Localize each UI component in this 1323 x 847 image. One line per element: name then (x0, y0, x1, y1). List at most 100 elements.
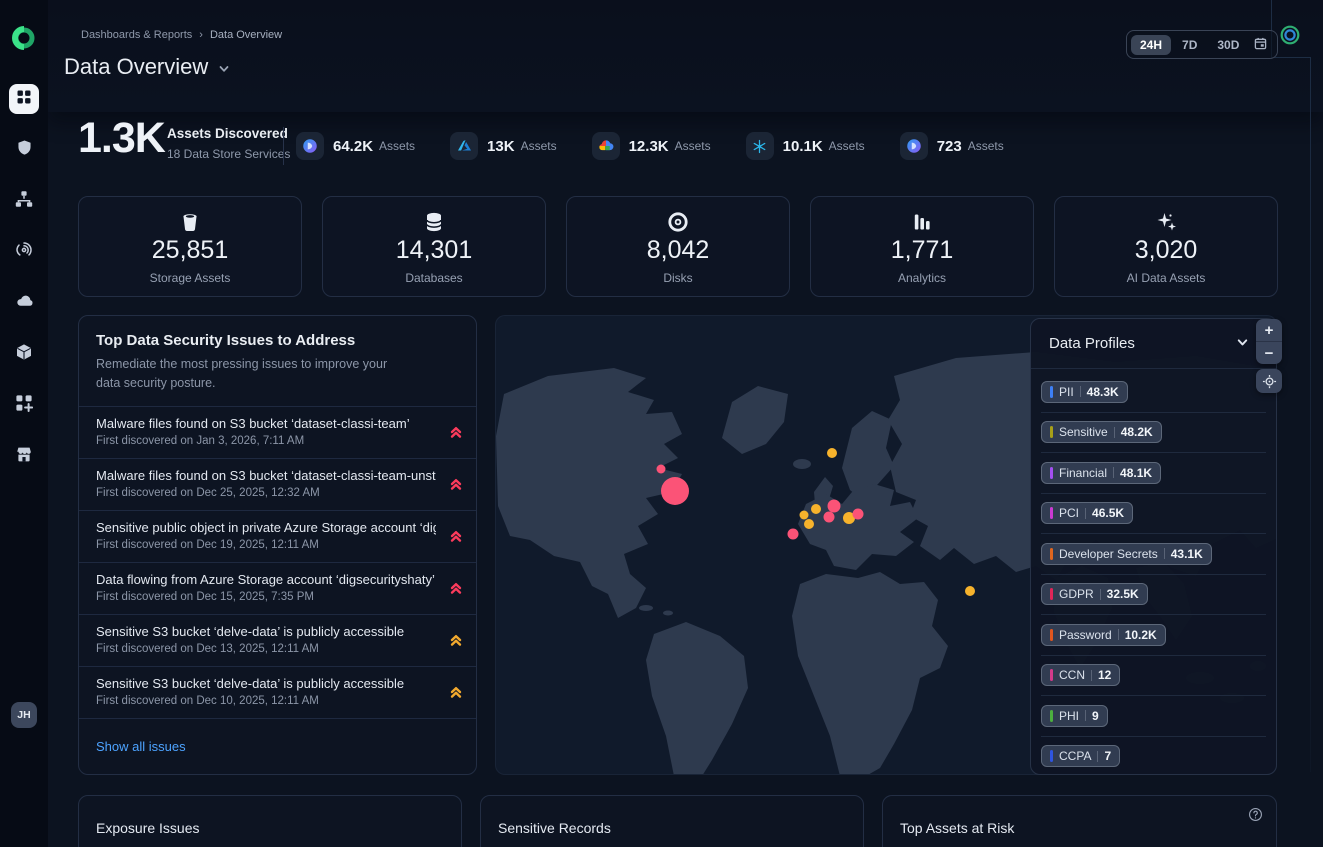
provider-asset-count: 13KAssets (450, 132, 557, 160)
stat-card-analytics[interactable]: 1,771Analytics (810, 196, 1034, 297)
map-data-dot-amber[interactable] (965, 586, 975, 596)
tag-color-bar (1050, 548, 1053, 560)
azure-icon (450, 132, 478, 160)
provider-unit: Assets (968, 139, 1004, 153)
user-avatar[interactable]: JH (11, 702, 37, 728)
data-profile-tag-ccn[interactable]: CCN12 (1041, 664, 1120, 686)
exposure-issues-panel: Exposure Issues (78, 795, 462, 847)
severity-high-icon (449, 633, 463, 652)
divider (1100, 589, 1101, 600)
stat-card-disks[interactable]: 8,042Disks (566, 196, 790, 297)
tag-label: CCN (1059, 668, 1085, 682)
issue-title: Sensitive S3 bucket ‘delve-data’ is publ… (96, 624, 436, 639)
sidebar-item-sitemap[interactable] (9, 186, 39, 216)
issue-row[interactable]: Sensitive S3 bucket ‘delve-data’ is publ… (79, 615, 476, 667)
data-profile-tag-financial[interactable]: Financial48.1K (1041, 462, 1161, 484)
brand-logo-icon[interactable] (12, 26, 36, 50)
issue-row[interactable]: Sensitive public object in private Azure… (79, 511, 476, 563)
top-assets-at-risk-panel: Top Assets at Risk (882, 795, 1277, 847)
map-zoom-out-button[interactable]: − (1256, 342, 1282, 364)
map-data-dot-amber[interactable] (827, 448, 837, 458)
data-profile-tag-developer-secrets[interactable]: Developer Secrets43.1K (1041, 543, 1212, 565)
map-locate-button[interactable] (1256, 369, 1282, 393)
data-profile-row: PII48.3K (1041, 372, 1266, 413)
data-profile-row: PCI46.5K (1041, 494, 1266, 535)
sidebar-item-storefront[interactable] (9, 441, 39, 471)
stat-value: 3,020 (1135, 236, 1198, 265)
show-all-issues-link[interactable]: Show all issues (79, 719, 203, 774)
stat-card-databases[interactable]: 14,301Databases (322, 196, 546, 297)
stat-label: Disks (663, 271, 692, 285)
cloud-icon (15, 291, 34, 315)
issue-row[interactable]: Sensitive S3 bucket ‘delve-data’ is publ… (79, 667, 476, 719)
breadcrumb: Dashboards & Reports › Data Overview (81, 29, 282, 41)
map-data-dot-pink[interactable] (853, 509, 864, 520)
tag-label: Developer Secrets (1059, 547, 1158, 561)
sidebar-item-apps-plus[interactable] (9, 390, 39, 420)
tag-count: 48.3K (1087, 385, 1119, 399)
sidebar-item-cube[interactable] (9, 339, 39, 369)
time-range-7d[interactable]: 7D (1173, 35, 1206, 55)
tag-count: 7 (1104, 749, 1111, 763)
issue-title: Sensitive public object in private Azure… (96, 520, 436, 535)
page-title-dropdown[interactable]: Data Overview (64, 52, 231, 82)
provider-unit: Assets (829, 139, 865, 153)
sidebar-item-fingerprint[interactable] (9, 237, 39, 267)
issue-row[interactable]: Malware files found on S3 bucket ‘datase… (79, 407, 476, 459)
tag-color-bar (1050, 386, 1053, 398)
sidebar-item-shield[interactable] (9, 135, 39, 165)
time-range-24h[interactable]: 24H (1131, 35, 1171, 55)
top-issues-title: Top Data Security Issues to Address (96, 332, 459, 349)
time-range-selector: 24H7D30D (1126, 30, 1278, 59)
assistant-ring-icon[interactable] (1279, 24, 1301, 46)
data-profile-tag-pci[interactable]: PCI46.5K (1041, 502, 1133, 524)
divider (1113, 467, 1114, 478)
map-zoom-in-button[interactable]: + (1256, 319, 1282, 341)
map-data-dot-amber[interactable] (811, 504, 821, 514)
sparkles-icon (1154, 210, 1178, 234)
sidebar-item-dashboard-grid[interactable] (9, 84, 39, 114)
stat-card-ai-data-assets[interactable]: 3,020AI Data Assets (1054, 196, 1278, 297)
help-icon[interactable] (1248, 807, 1263, 827)
sidebar-item-cloud[interactable] (9, 288, 39, 318)
data-profile-tag-gdpr[interactable]: GDPR32.5K (1041, 583, 1148, 605)
provider-unit: Assets (521, 139, 557, 153)
data-profile-tag-sensitive[interactable]: Sensitive48.2K (1041, 421, 1162, 443)
issue-row[interactable]: Malware files found on S3 bucket ‘datase… (79, 459, 476, 511)
issue-discovered-date: First discovered on Dec 15, 2025, 7:35 P… (96, 591, 436, 603)
issue-discovered-date: First discovered on Dec 10, 2025, 12:11 … (96, 695, 436, 707)
provider-asset-counts: 64.2KAssets13KAssets12.3KAssets10.1KAsse… (296, 132, 1004, 160)
breadcrumb-item[interactable]: Dashboards & Reports (81, 29, 192, 41)
map-data-dot-pink[interactable] (661, 477, 689, 505)
chevron-down-icon[interactable] (1235, 335, 1250, 355)
assets-discovered-total: 1.3K (78, 114, 165, 163)
time-range-30d[interactable]: 30D (1208, 35, 1248, 55)
decorative-line (1310, 57, 1311, 772)
data-profile-tag-phi[interactable]: PHI9 (1041, 705, 1108, 727)
map-data-dot-amber[interactable] (804, 519, 814, 529)
tag-label: PHI (1059, 709, 1079, 723)
provider-asset-count: 12.3KAssets (592, 132, 711, 160)
breadcrumb-item[interactable]: Data Overview (210, 29, 282, 41)
stat-card-storage-assets[interactable]: 25,851Storage Assets (78, 196, 302, 297)
tag-label: Password (1059, 628, 1112, 642)
issue-row[interactable]: Data flowing from Azure Storage account … (79, 563, 476, 615)
calendar-icon[interactable] (1250, 35, 1273, 55)
provider-asset-count: 10.1KAssets (746, 132, 865, 160)
data-profile-tag-pii[interactable]: PII48.3K (1041, 381, 1128, 403)
issue-discovered-date: First discovered on Jan 3, 2026, 7:11 AM (96, 435, 436, 447)
data-profile-row: Sensitive48.2K (1041, 413, 1266, 454)
top-issues-panel: Top Data Security Issues to Address Reme… (78, 315, 477, 775)
map-data-dot-pink[interactable] (657, 465, 666, 474)
data-profile-row: CCN12 (1041, 656, 1266, 697)
severity-critical-icon (449, 581, 463, 600)
data-profile-tag-ccpa[interactable]: CCPA7 (1041, 745, 1120, 767)
map-data-dot-pink[interactable] (788, 529, 799, 540)
storefront-icon (15, 445, 33, 468)
map-data-dot-pink[interactable] (824, 512, 835, 523)
dashboard-grid-icon (16, 89, 32, 110)
top-issues-header: Top Data Security Issues to Address Reme… (79, 316, 476, 407)
data-profile-tag-password[interactable]: Password10.2K (1041, 624, 1166, 646)
tag-count: 46.5K (1092, 506, 1124, 520)
bar-chart-icon (911, 210, 933, 234)
